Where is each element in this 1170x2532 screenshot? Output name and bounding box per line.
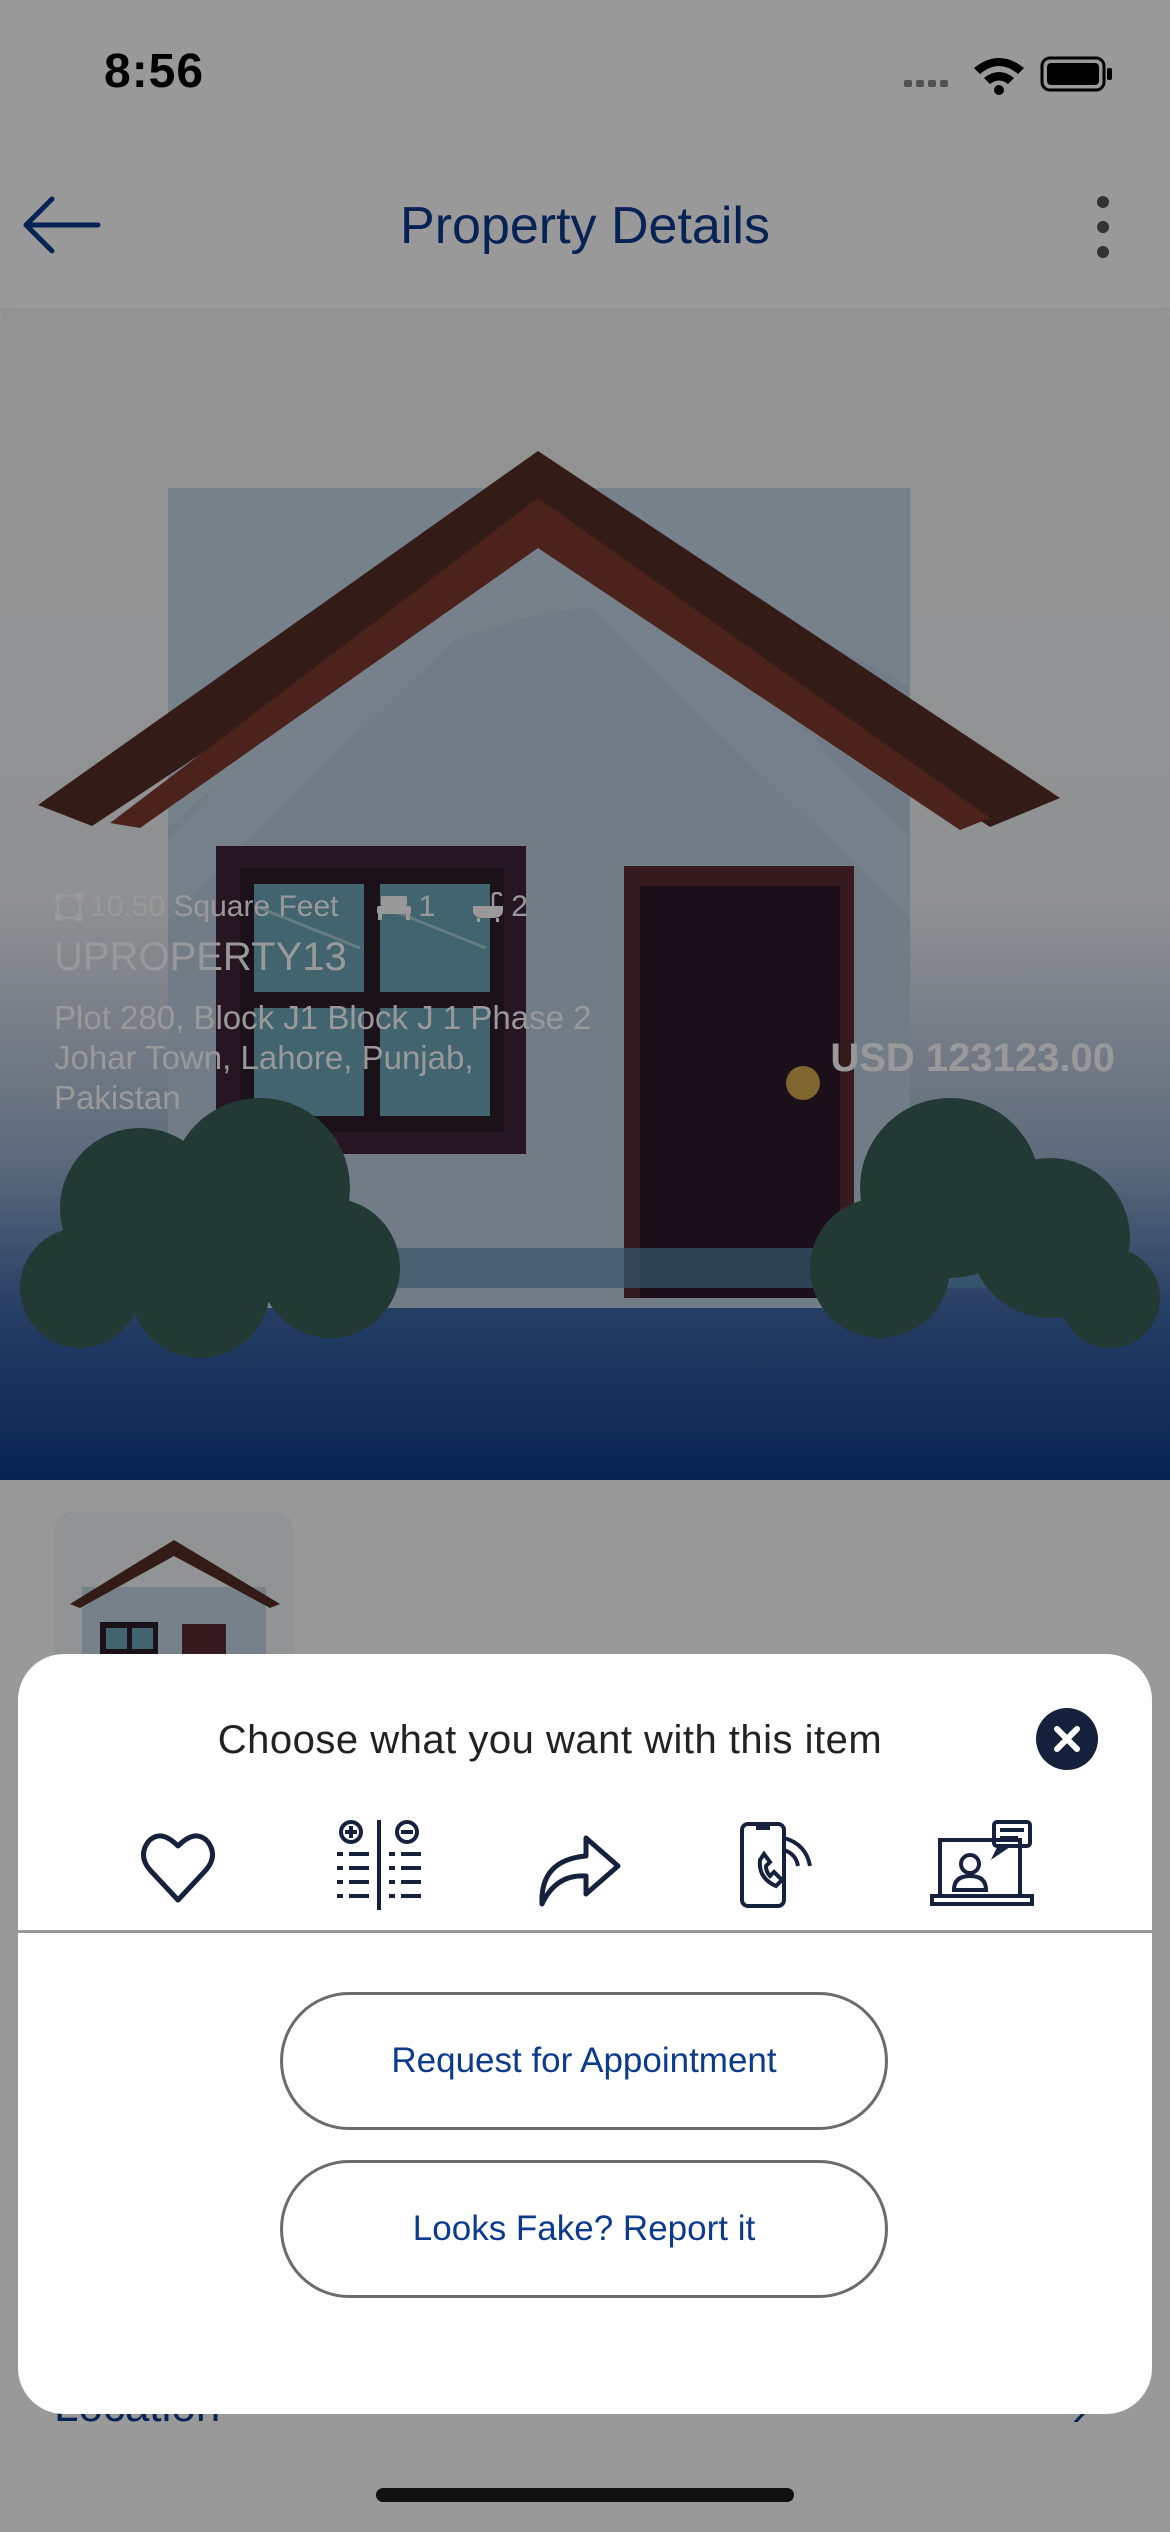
phone-call-icon [740, 1822, 812, 1908]
share-button[interactable] [536, 1820, 622, 1910]
online-meeting-icon [930, 1820, 1034, 1906]
virtual-tour-button[interactable] [930, 1820, 1034, 1910]
compare-icon [337, 1820, 421, 1910]
sheet-title: Choose what you want with this item [217, 1718, 883, 1762]
request-appointment-button[interactable]: Request for Appointment [280, 1992, 888, 2130]
close-icon [1054, 1726, 1080, 1752]
heart-icon [141, 1833, 215, 1903]
call-button[interactable] [738, 1820, 814, 1910]
report-fake-button[interactable]: Looks Fake? Report it [280, 2160, 888, 2298]
home-indicator [376, 2488, 794, 2502]
close-button[interactable] [1036, 1708, 1098, 1770]
share-icon [539, 1835, 621, 1907]
compare-button[interactable] [333, 1820, 425, 1910]
favorite-button[interactable] [140, 1820, 216, 1910]
sheet-divider [18, 1930, 1152, 1933]
